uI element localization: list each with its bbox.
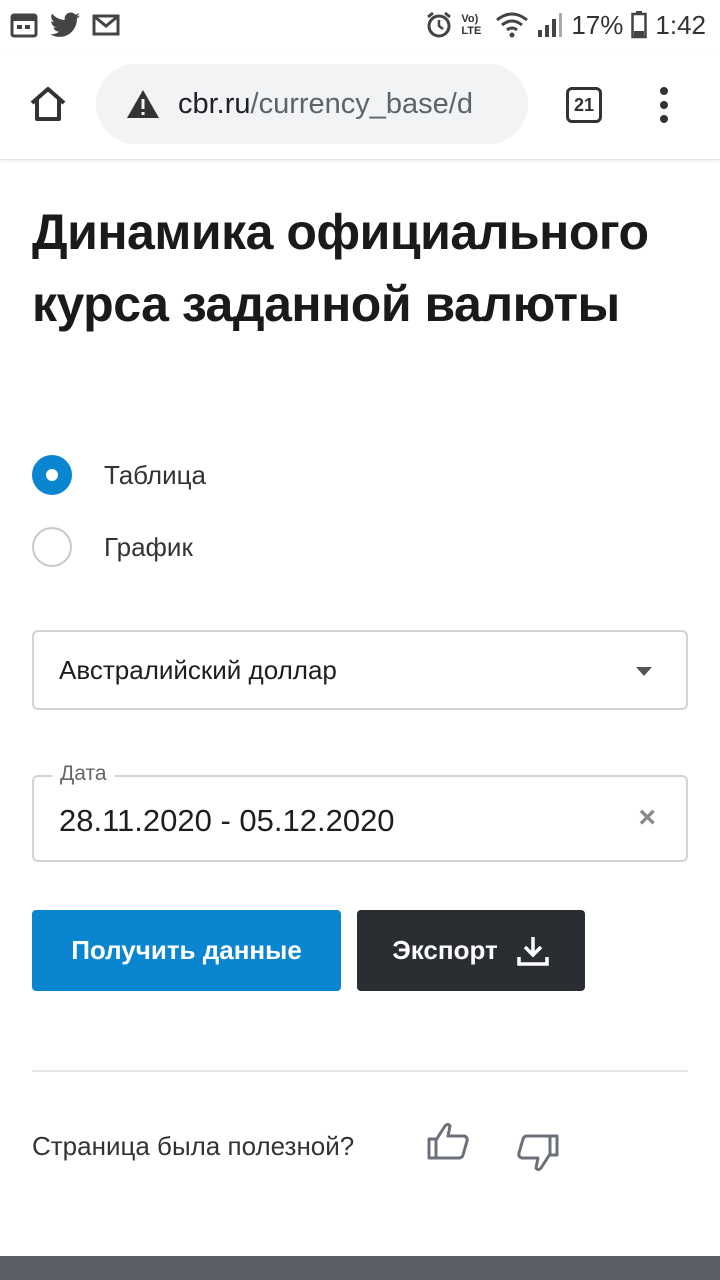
page-title: Динамика официального курса заданной вал…: [32, 204, 649, 332]
export-label: Экспорт: [392, 935, 498, 965]
date-range-field[interactable]: Дата 28.11.2020 - 05.12.2020 ×: [32, 762, 688, 862]
battery-icon: [631, 11, 648, 39]
thumbs-up-icon[interactable]: [426, 1120, 470, 1164]
radio-label-table: Таблица: [104, 459, 206, 490]
thumbs-down-icon[interactable]: [516, 1130, 560, 1174]
footer-strip: [0, 1256, 720, 1280]
volte-label: Vo) LTE: [461, 13, 482, 37]
get-data-label: Получить данные: [71, 935, 302, 965]
twitter-notification-icon: [50, 12, 80, 37]
download-icon: [517, 936, 549, 966]
radio-checked-icon[interactable]: [32, 455, 72, 495]
mail-notification-icon: [92, 14, 120, 36]
menu-dot-icon: [660, 115, 668, 123]
radio-option-table[interactable]: Таблица: [32, 455, 206, 495]
date-field-label: Дата: [52, 762, 115, 786]
menu-dot-icon: [660, 101, 668, 109]
battery-percent: 17%: [571, 9, 624, 40]
more-menu-button[interactable]: [650, 83, 678, 127]
browser-toolbar: cbr.ru/currency_base/d 21: [0, 50, 720, 160]
chevron-down-icon: [636, 667, 652, 676]
get-data-button[interactable]: Получить данные: [32, 910, 341, 991]
divider: [32, 1070, 688, 1072]
feedback-question: Страница была полезной?: [32, 1130, 355, 1161]
export-button[interactable]: Экспорт: [357, 910, 585, 991]
url-domain: cbr.ru: [178, 87, 251, 120]
alarm-icon: [427, 11, 452, 38]
radio-label-chart: График: [104, 531, 193, 562]
menu-dot-icon: [660, 87, 668, 95]
radio-option-chart[interactable]: График: [32, 527, 193, 567]
date-range-value[interactable]: 28.11.2020 - 05.12.2020: [59, 803, 395, 839]
url-path: /currency_base/d: [250, 87, 473, 120]
url-text: cbr.ru/currency_base/d: [178, 88, 473, 121]
feedback-section: Страница была полезной?: [32, 1126, 354, 1166]
wifi-icon: [496, 12, 529, 38]
home-button[interactable]: [26, 82, 70, 126]
radio-unchecked-icon[interactable]: [32, 527, 72, 567]
status-bar: Vo) LTE 17% 1:42: [0, 0, 720, 50]
currency-select-value: Австралийский доллар: [59, 654, 337, 685]
address-bar[interactable]: cbr.ru/currency_base/d: [96, 64, 528, 144]
signal-icon: [538, 13, 563, 37]
tab-count: 21: [573, 94, 595, 115]
clear-icon[interactable]: ×: [638, 803, 656, 833]
warning-icon[interactable]: [126, 89, 160, 119]
home-icon: [30, 87, 66, 121]
tab-switcher-button[interactable]: 21: [566, 87, 602, 123]
currency-select[interactable]: Австралийский доллар: [32, 630, 688, 710]
clock: 1:42: [655, 9, 706, 40]
calendar-notification-icon: [10, 13, 38, 38]
